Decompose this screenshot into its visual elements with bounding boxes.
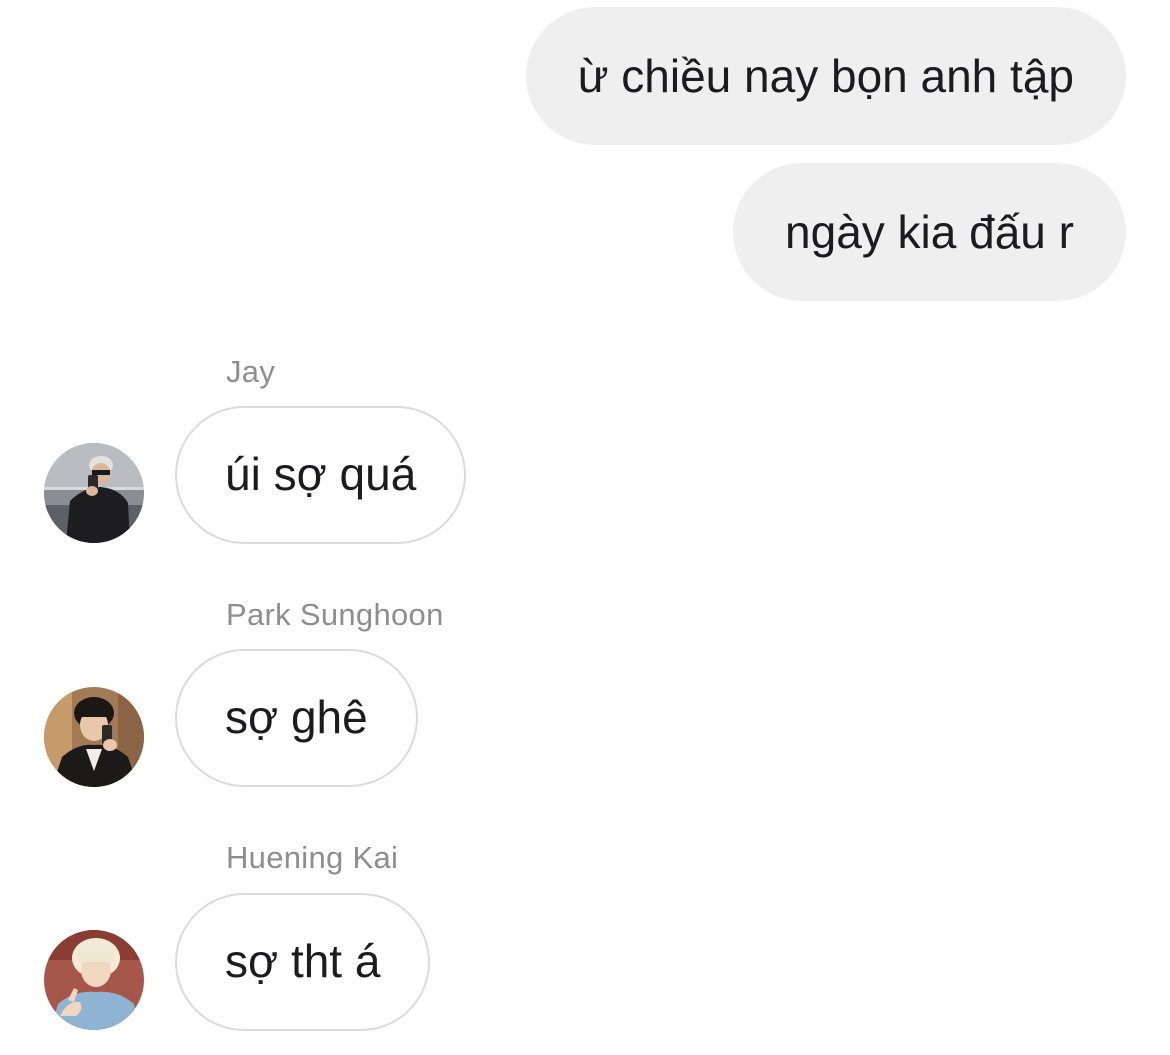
sender-name: Huening Kai — [226, 840, 399, 875]
sender-name: Park Sunghoon — [226, 597, 444, 632]
incoming-message-bubble[interactable]: sợ tht á — [175, 893, 431, 1031]
avatar[interactable] — [44, 687, 144, 787]
outgoing-message-bubble[interactable]: ngày kia đấu r — [733, 163, 1126, 301]
message-text: ừ chiều nay bọn anh tập — [577, 50, 1074, 102]
sender-name: Jay — [226, 354, 276, 389]
message-text: sợ tht á — [225, 935, 381, 987]
incoming-message-bubble[interactable]: úi sợ quá — [175, 406, 467, 544]
profile-photo-sunghoon-icon — [44, 687, 144, 787]
avatar[interactable] — [44, 443, 144, 543]
incoming-message-bubble[interactable]: sợ ghê — [175, 649, 418, 787]
outgoing-message-bubble[interactable]: ừ chiều nay bọn anh tập — [525, 7, 1126, 145]
message-text: ngày kia đấu r — [785, 206, 1074, 258]
profile-photo-jay-icon — [44, 443, 144, 543]
message-text: úi sợ quá — [225, 448, 417, 500]
profile-photo-huening-kai-icon — [44, 930, 144, 1030]
message-text: sợ ghê — [225, 691, 368, 743]
avatar[interactable] — [44, 930, 144, 1030]
